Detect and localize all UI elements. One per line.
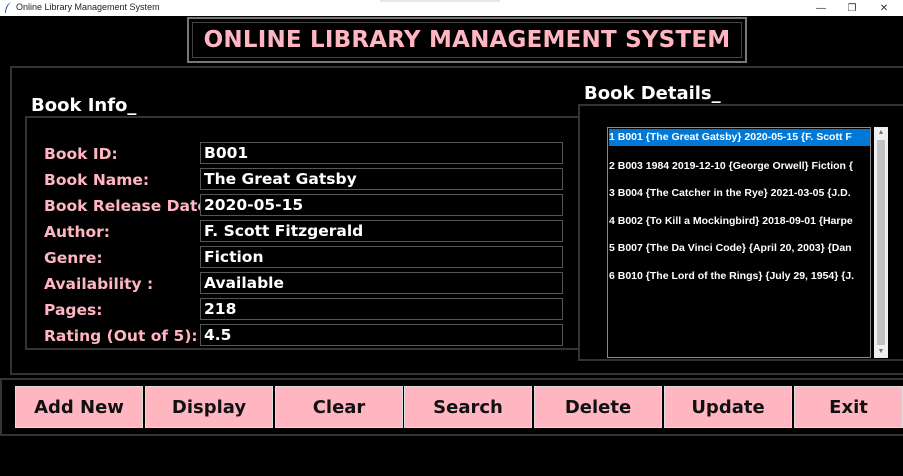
book-name-label: Book Name: [44,171,150,189]
book-list-item-text: 5 B007 {The Da Vinci Code} {April 20, 20… [609,242,852,254]
update-button[interactable]: Update [664,386,792,428]
window-titlebar: Online Library Management System — ❐ ✕ [0,0,903,16]
exit-label: Exit [829,396,868,418]
book-id-field[interactable] [200,142,563,164]
minimize-button[interactable]: — [806,0,836,16]
book-id-label: Book ID: [44,145,118,163]
update-label: Update [691,396,765,418]
book-list-item[interactable]: 3 B004 {The Catcher in the Rye} 2021-03-… [608,183,870,211]
book-name-field[interactable] [200,168,563,190]
book-details-heading: Book Details_ [582,83,723,104]
minimize-icon: — [816,2,826,14]
book-list-item[interactable]: 4 B002 {To Kill a Mockingbird} 2018-09-0… [608,211,870,239]
app-banner: ONLINE LIBRARY MANAGEMENT SYSTEM [187,17,747,63]
feather-icon [5,2,11,13]
rating-label: Rating (Out of 5): [44,327,198,345]
book-list-item-text: 1 B001 {The Great Gatsby} 2020-05-15 {F.… [609,129,870,146]
book-list-item[interactable]: 5 B007 {The Da Vinci Code} {April 20, 20… [608,238,870,266]
book-list-item[interactable]: 1 B001 {The Great Gatsby} 2020-05-15 {F.… [608,128,870,156]
genre-label: Genre: [44,249,103,267]
search-button[interactable]: Search [404,386,532,428]
release-date-label: Book Release Date: [44,197,215,215]
genre-field[interactable] [200,246,563,268]
book-info-heading: Book Info_ [29,95,139,116]
search-label: Search [433,396,503,418]
banner-title: ONLINE LIBRARY MANAGEMENT SYSTEM [203,27,731,53]
pages-field[interactable] [200,298,563,320]
add-new-label: Add New [34,396,124,418]
exit-button[interactable]: Exit [794,386,903,428]
book-list-scrollbar[interactable]: ▲ ▼ [874,127,888,358]
book-list-item[interactable]: 6 B010 {The Lord of the Rings} {July 29,… [608,266,870,294]
book-list-item[interactable]: 2 B003 1984 2019-12-10 {George Orwell} F… [608,156,870,184]
window-title: Online Library Management System [16,2,160,12]
scroll-up-icon[interactable]: ▲ [874,127,888,139]
close-icon: ✕ [879,2,889,14]
display-button[interactable]: Display [145,386,273,428]
book-list-item-text: 2 B003 1984 2019-12-10 {George Orwell} F… [609,159,853,172]
book-list-item-text: 3 B004 {The Catcher in the Rye} 2021-03-… [609,187,851,199]
book-list-item-text: 4 B002 {To Kill a Mockingbird} 2018-09-0… [609,214,853,227]
display-label: Display [171,396,247,418]
availability-field[interactable] [200,272,563,294]
delete-label: Delete [564,396,632,418]
rating-field[interactable] [200,324,563,346]
delete-button[interactable]: Delete [534,386,662,428]
clear-button[interactable]: Clear [275,386,403,428]
scrollbar-thumb[interactable] [877,140,885,345]
close-button[interactable]: ✕ [869,0,899,16]
book-list[interactable]: 1 B001 {The Great Gatsby} 2020-05-15 {F.… [607,127,871,358]
author-label: Author: [44,223,110,241]
book-list-item-text: 6 B010 {The Lord of the Rings} {July 29,… [609,269,855,282]
add-new-button[interactable]: Add New [15,386,143,428]
pages-label: Pages: [44,301,103,319]
restore-button[interactable]: ❐ [837,0,867,16]
author-field[interactable] [200,220,563,242]
release-date-field[interactable] [200,194,563,216]
clear-label: Clear [312,396,366,418]
drag-handle [380,0,500,2]
scroll-down-icon[interactable]: ▼ [874,346,888,358]
availability-label: Availability : [44,275,154,293]
restore-icon: ❐ [847,2,857,14]
